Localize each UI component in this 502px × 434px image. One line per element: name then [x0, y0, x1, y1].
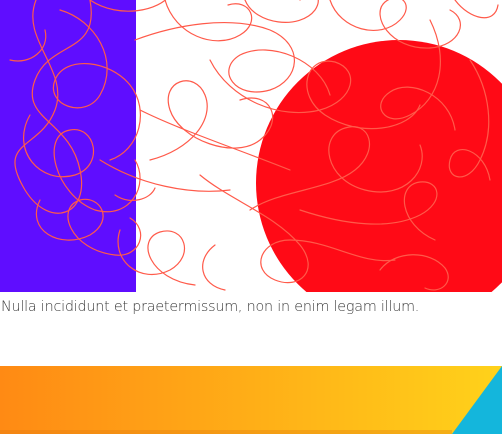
hero-artwork-image: [0, 0, 502, 292]
gradient-banner-image: [0, 366, 502, 434]
banner-gradient: [0, 366, 502, 434]
banner-shadow: [0, 430, 452, 434]
image-caption: Nulla incididunt et praetermissum, non i…: [1, 299, 420, 315]
violet-panel: [0, 0, 136, 292]
page: Nulla incididunt et praetermissum, non i…: [0, 0, 502, 434]
